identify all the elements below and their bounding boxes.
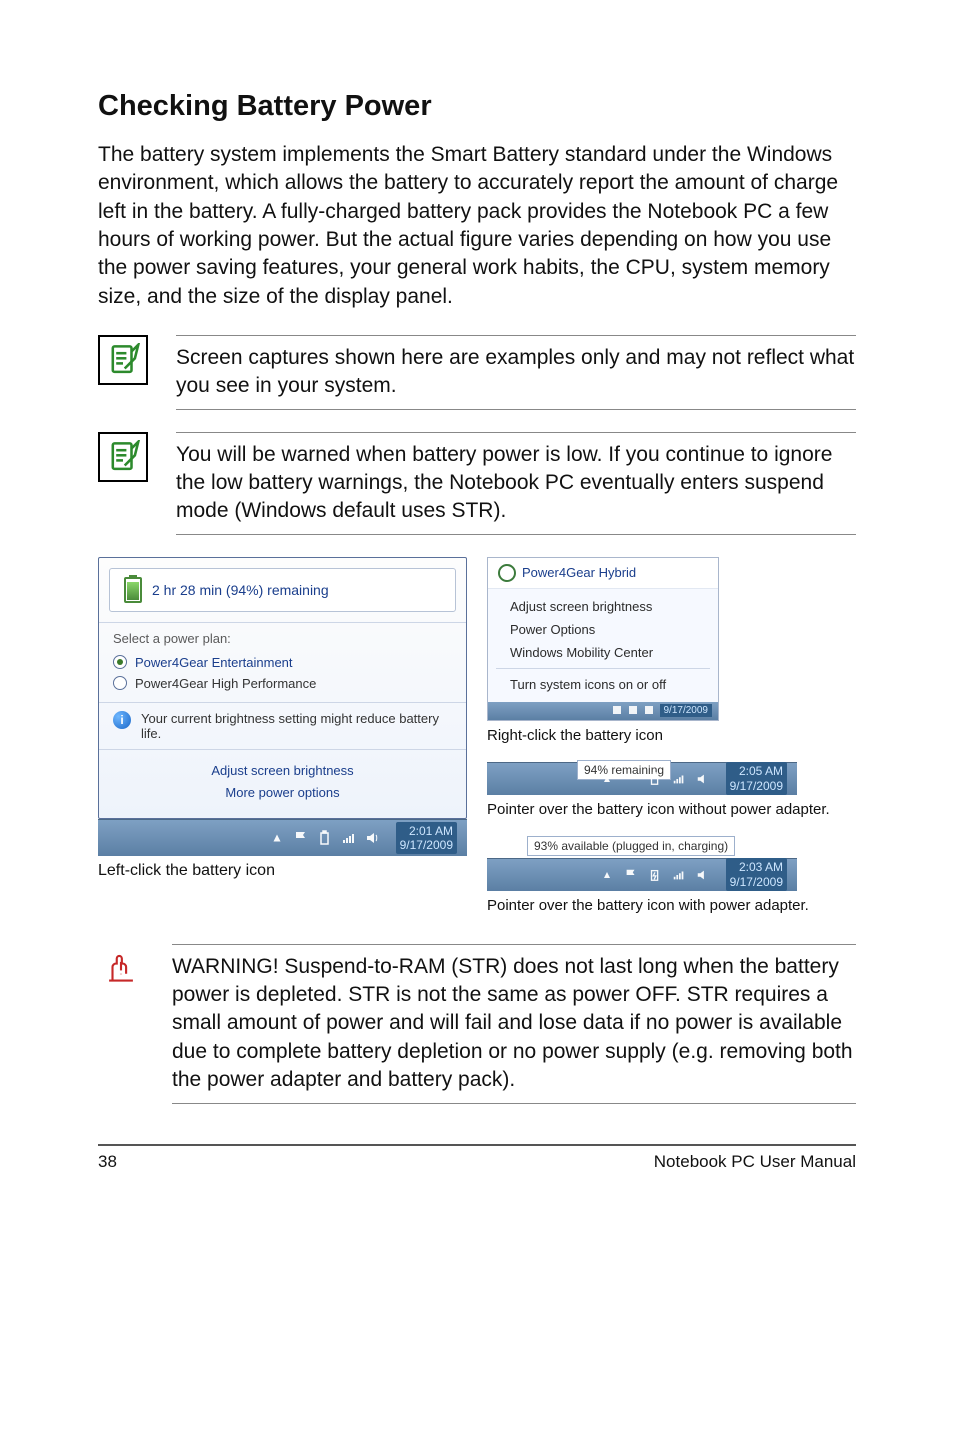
volume-icon[interactable] — [694, 866, 712, 884]
power-plan-option[interactable]: Power4Gear Entertainment — [113, 652, 452, 673]
footer-label: Notebook PC User Manual — [654, 1152, 856, 1172]
show-hidden-icon[interactable] — [268, 829, 286, 847]
battery-tooltip: 93% available (plugged in, charging) — [527, 836, 735, 856]
tray-icon — [628, 705, 640, 717]
ctx-system-icons[interactable]: Turn system icons on or off — [488, 673, 718, 696]
info-icon: i — [113, 711, 131, 729]
ctx-power-options[interactable]: Power Options — [488, 618, 718, 641]
caption-pointer-plugged: Pointer over the battery icon with power… — [487, 897, 856, 914]
network-icon[interactable] — [670, 866, 688, 884]
page-number: 38 — [98, 1152, 117, 1172]
adjust-brightness-link[interactable]: Adjust screen brightness — [99, 760, 466, 782]
battery-icon — [124, 577, 142, 603]
tiny-taskbar: 9/17/2009 — [488, 702, 718, 720]
taskbar-clock[interactable]: 2:03 AM 9/17/2009 — [726, 858, 787, 891]
note-text: Screen captures shown here are examples … — [176, 335, 856, 410]
radio-selected-icon — [113, 655, 127, 669]
flag-icon[interactable] — [622, 866, 640, 884]
taskbar-clock[interactable]: 2:05 AM 9/17/2009 — [726, 762, 787, 795]
more-power-options-link[interactable]: More power options — [99, 782, 466, 804]
volume-icon[interactable] — [364, 829, 382, 847]
caption-right-click: Right-click the battery icon — [487, 727, 856, 744]
note-text: You will be warned when battery power is… — [176, 432, 856, 535]
warning-hand-icon — [104, 950, 138, 984]
battery-charging-tray-icon[interactable] — [646, 866, 664, 884]
taskbar: 2:03 AM 9/17/2009 — [487, 858, 797, 891]
clipboard-pencil-icon — [106, 440, 140, 474]
battery-remaining-text: 2 hr 28 min (94%) remaining — [152, 582, 329, 598]
tray-icon — [612, 705, 624, 717]
network-icon[interactable] — [670, 770, 688, 788]
power-plan-label: Power4Gear Entertainment — [135, 655, 293, 670]
context-menu-header[interactable]: Power4Gear Hybrid — [488, 558, 718, 589]
clipboard-pencil-icon — [106, 343, 140, 377]
battery-remaining-bubble: 2 hr 28 min (94%) remaining — [109, 568, 456, 612]
taskbar-clock[interactable]: 2:01 AM 9/17/2009 — [396, 822, 457, 855]
tiny-date: 9/17/2009 — [660, 704, 713, 717]
power-plan-label: Power4Gear High Performance — [135, 676, 316, 691]
caption-pointer-unplugged: Pointer over the battery icon without po… — [487, 801, 856, 818]
power-plan-header: Select a power plan: — [113, 631, 452, 646]
taskbar: 2:01 AM 9/17/2009 — [98, 819, 467, 856]
flag-icon[interactable] — [292, 829, 310, 847]
power-plan-option[interactable]: Power4Gear High Performance — [113, 673, 452, 694]
battery-context-menu: Power4Gear Hybrid Adjust screen brightne… — [487, 557, 719, 721]
caption-left-click: Left-click the battery icon — [98, 862, 467, 880]
radio-unselected-icon — [113, 676, 127, 690]
flag-icon[interactable] — [622, 770, 640, 788]
show-hidden-icon[interactable] — [598, 770, 616, 788]
gear-icon — [498, 564, 516, 582]
ctx-adjust-brightness[interactable]: Adjust screen brightness — [488, 595, 718, 618]
ctx-mobility-center[interactable]: Windows Mobility Center — [488, 641, 718, 664]
show-hidden-icon[interactable] — [598, 866, 616, 884]
battery-tray-icon[interactable] — [316, 829, 334, 847]
power-popup: 2 hr 28 min (94%) remaining Select a pow… — [98, 557, 467, 819]
intro-paragraph: The battery system implements the Smart … — [98, 141, 856, 311]
network-icon[interactable] — [340, 829, 358, 847]
tray-icon — [644, 705, 656, 717]
brightness-tip-text: Your current brightness setting might re… — [141, 711, 452, 741]
warning-icon — [98, 944, 144, 990]
note-icon — [98, 335, 148, 385]
note-icon — [98, 432, 148, 482]
page-title: Checking Battery Power — [98, 90, 856, 123]
warning-text: WARNING! Suspend-to-RAM (STR) does not l… — [172, 944, 856, 1104]
battery-tray-icon[interactable] — [646, 770, 664, 788]
volume-icon[interactable] — [694, 770, 712, 788]
